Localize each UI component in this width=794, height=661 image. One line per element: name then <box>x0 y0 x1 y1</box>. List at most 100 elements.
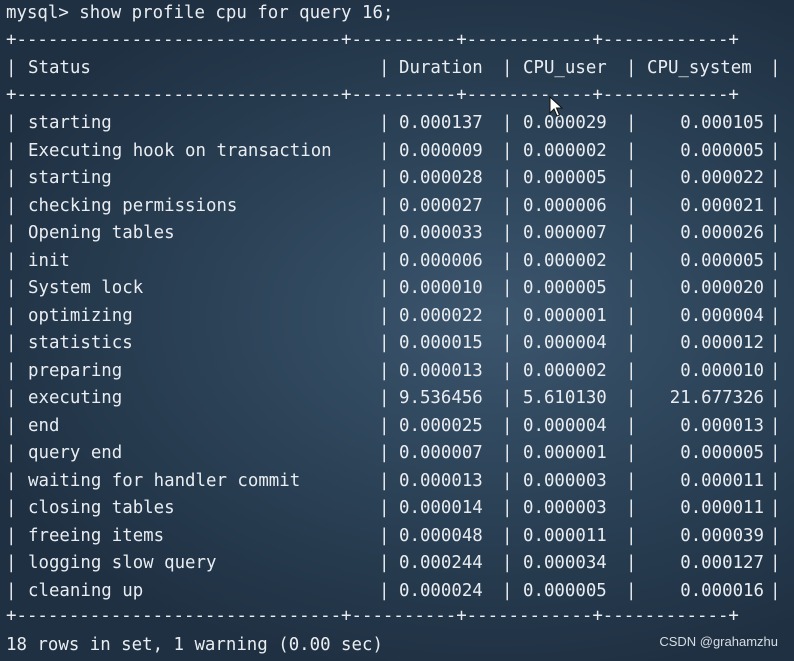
column-separator: | <box>379 195 390 216</box>
column-separator: | <box>379 168 390 188</box>
duration-cell: 0.000244 <box>399 553 483 573</box>
column-separator: | <box>6 388 17 408</box>
column-separator: | <box>770 305 781 326</box>
header-cpu-system: CPU_system <box>647 58 752 78</box>
column-separator: | <box>502 498 513 518</box>
column-separator: | <box>6 250 17 271</box>
column-separator: | <box>502 140 513 161</box>
cpu-system-cell: 0.000022 <box>680 168 764 188</box>
table-row: | | | | | closing tables 0.000014 0.000003 0.000… <box>6 498 794 518</box>
status-cell: optimizing <box>28 305 133 326</box>
duration-cell: 0.000010 <box>399 278 483 298</box>
column-separator: | <box>379 223 390 243</box>
cpu-user-cell: 0.000005 <box>523 278 607 298</box>
column-separator: | <box>626 58 637 78</box>
table-row: | | | | | query end 0.000007 0.000001 0.000005 <box>6 443 794 463</box>
duration-cell: 0.000015 <box>399 333 483 353</box>
status-cell: closing tables <box>28 498 175 518</box>
column-separator: | <box>6 140 17 161</box>
column-separator: | <box>502 333 513 353</box>
cpu-user-cell: 0.000007 <box>523 223 607 243</box>
column-separator: | <box>6 443 17 463</box>
cpu-system-cell: 0.000013 <box>680 415 764 436</box>
header-cpu-user: CPU_user <box>523 58 607 78</box>
column-separator: | <box>6 470 17 491</box>
column-separator: | <box>379 498 390 518</box>
column-separator: | <box>6 168 17 188</box>
duration-cell: 0.000024 <box>399 580 483 601</box>
column-separator: | <box>502 415 513 436</box>
duration-cell: 0.000028 <box>399 168 483 188</box>
column-separator: | <box>502 443 513 463</box>
cpu-user-cell: 0.000029 <box>523 113 607 133</box>
cpu-system-cell: 0.000005 <box>680 443 764 463</box>
cpu-system-cell: 0.000011 <box>680 498 764 518</box>
cpu-system-cell: 0.000016 <box>680 580 764 601</box>
duration-cell: 9.536456 <box>399 388 483 408</box>
column-separator: | <box>502 113 513 133</box>
table-border-bottom: +-------------------------------+-------… <box>6 606 739 626</box>
column-separator: | <box>379 58 390 78</box>
status-cell: cleaning up <box>28 580 144 601</box>
cpu-system-cell: 0.000127 <box>680 553 764 573</box>
duration-cell: 0.000013 <box>399 470 483 491</box>
column-separator: | <box>6 360 17 381</box>
column-separator: | <box>6 525 17 546</box>
column-separator: | <box>379 553 390 573</box>
column-separator: | <box>770 443 781 463</box>
column-separator: | <box>379 333 390 353</box>
duration-cell: 0.000033 <box>399 223 483 243</box>
cpu-user-cell: 5.610130 <box>523 388 607 408</box>
column-separator: | <box>6 553 17 573</box>
table-row: | | | | | freeing items 0.000048 0.000011 0.0000… <box>6 526 794 546</box>
cpu-system-cell: 0.000105 <box>680 113 764 133</box>
duration-cell: 0.000006 <box>399 250 483 271</box>
column-separator: | <box>379 443 390 463</box>
column-separator: | <box>502 195 513 216</box>
status-cell: end <box>28 415 60 436</box>
status-cell: starting <box>28 113 112 133</box>
column-separator: | <box>379 580 390 601</box>
duration-cell: 0.000009 <box>399 140 483 161</box>
column-separator: | <box>770 553 781 573</box>
table-row: | | | | | logging slow query 0.000244 0.000034 0… <box>6 553 794 573</box>
column-separator: | <box>770 250 781 271</box>
table-border-header: +-------------------------------+-------… <box>6 85 739 105</box>
cpu-system-cell: 0.000021 <box>680 195 764 216</box>
header-duration: Duration <box>399 58 483 78</box>
column-separator: | <box>502 250 513 271</box>
table-border-top: +-------------------------------+-------… <box>6 30 739 50</box>
cpu-system-cell: 0.000011 <box>680 470 764 491</box>
table-row: | | | | | cleaning up 0.000024 0.000005 0.000016 <box>6 581 794 601</box>
column-separator: | <box>379 470 390 491</box>
table-row: | | | | | executing 9.536456 5.610130 21.677326 <box>6 388 794 408</box>
column-separator: | <box>379 415 390 436</box>
column-separator: | <box>379 113 390 133</box>
column-separator: | <box>6 415 17 436</box>
status-cell: checking permissions <box>28 195 238 216</box>
table-row: | | | | | Opening tables 0.000033 0.000007 0.000… <box>6 223 794 243</box>
cpu-system-cell: 0.000020 <box>680 278 764 298</box>
column-separator: | <box>502 388 513 408</box>
result-summary: 18 rows in set, 1 warning (0.00 sec) <box>6 635 383 655</box>
cpu-user-cell: 0.000003 <box>523 470 607 491</box>
table-row: | | | | | preparing 0.000013 0.000002 0.000010 <box>6 361 794 381</box>
status-cell: starting <box>28 168 112 188</box>
column-separator: | <box>770 195 781 216</box>
column-separator: | <box>6 195 17 216</box>
cpu-user-cell: 0.000005 <box>523 580 607 601</box>
duration-cell: 0.000014 <box>399 498 483 518</box>
duration-cell: 0.000137 <box>399 113 483 133</box>
column-separator: | <box>379 305 390 326</box>
column-separator: | <box>502 223 513 243</box>
cpu-user-cell: 0.000004 <box>523 333 607 353</box>
cpu-user-cell: 0.000002 <box>523 140 607 161</box>
column-separator: | <box>502 553 513 573</box>
table-row: | | | | | optimizing 0.000022 0.000001 0.000004 <box>6 306 794 326</box>
status-cell: init <box>28 250 70 271</box>
cpu-user-cell: 0.000034 <box>523 553 607 573</box>
table-row: | | | | | checking permissions 0.000027 0.00000… <box>6 196 794 216</box>
column-separator: | <box>379 140 390 161</box>
table-row: | | | | | end 0.000025 0.000004 0.000013 <box>6 416 794 436</box>
column-separator: | <box>6 333 17 353</box>
